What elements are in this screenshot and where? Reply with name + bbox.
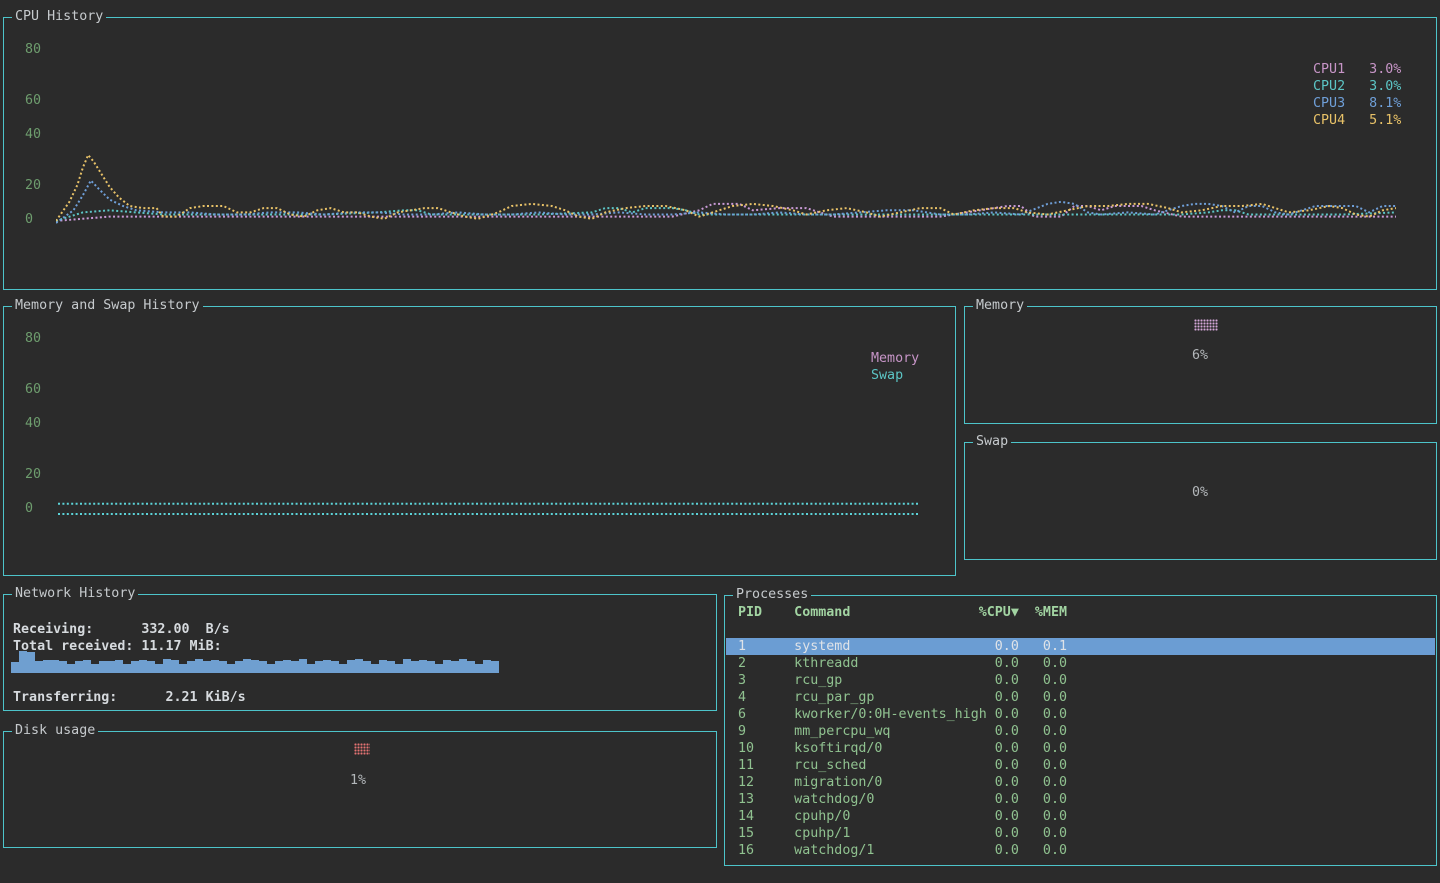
processes-table: 1 systemd 0.0 0.12 kthreadd 0.0 0.03 rcu… <box>726 638 1435 859</box>
y-tick: 80 <box>25 43 41 57</box>
memory-swap-legend-item: Swap <box>871 367 919 384</box>
swap-gauge-title: Swap <box>973 434 1011 449</box>
y-tick: 20 <box>25 468 41 482</box>
memory-swap-legend: MemorySwap <box>871 350 919 384</box>
process-row[interactable]: 14 cpuhp/0 0.0 0.0 <box>726 808 1435 825</box>
disk-usage-title: Disk usage <box>12 723 98 738</box>
y-tick: 60 <box>25 383 41 397</box>
y-tick: 20 <box>25 179 41 193</box>
memory-gauge-dots <box>1194 319 1218 331</box>
y-tick: 40 <box>25 128 41 142</box>
network-transferring-line: Transferring: 2.21 KiB/s <box>13 689 246 706</box>
process-row[interactable]: 6 kworker/0:0H-events_high 0.0 0.0 <box>726 706 1435 723</box>
cpu-history-panel: CPU History 806040200 CPU1 3.0%CPU2 3.0%… <box>3 17 1437 290</box>
disk-usage-panel: Disk usage 1% <box>3 731 717 848</box>
process-row[interactable]: 15 cpuhp/1 0.0 0.0 <box>726 825 1435 842</box>
swap-percent-label: 0% <box>1192 486 1208 500</box>
network-receiving-line: Receiving: 332.00 B/s <box>13 621 230 638</box>
process-row[interactable]: 12 migration/0 0.0 0.0 <box>726 774 1435 791</box>
process-row[interactable]: 10 ksoftirqd/0 0.0 0.0 <box>726 740 1435 757</box>
cpu-legend-item: CPU1 3.0% <box>1313 61 1401 78</box>
processes-header-row[interactable]: PID Command %CPU▼ %MEM <box>726 604 1435 621</box>
y-tick: 80 <box>25 332 41 346</box>
network-receive-sparkline <box>11 651 499 673</box>
memory-gauge-title: Memory <box>973 298 1027 313</box>
memory-swap-history-chart <box>58 495 920 521</box>
memory-swap-history-panel: Memory and Swap History 806040200 Memory… <box>3 306 956 576</box>
process-row[interactable]: 9 mm_percpu_wq 0.0 0.0 <box>726 723 1435 740</box>
network-history-title: Network History <box>12 586 138 601</box>
memory-percent-label: 6% <box>1192 349 1208 363</box>
memory-swap-legend-item: Memory <box>871 350 919 367</box>
process-row[interactable]: 13 watchdog/0 0.0 0.0 <box>726 791 1435 808</box>
processes-title: Processes <box>733 587 811 602</box>
cpu-legend-item: CPU2 3.0% <box>1313 78 1401 95</box>
process-row[interactable]: 2 kthreadd 0.0 0.0 <box>726 655 1435 672</box>
processes-panel: Processes PID Command %CPU▼ %MEM 1 syste… <box>724 595 1437 866</box>
disk-usage-dots <box>354 743 370 755</box>
y-tick: 60 <box>25 94 41 108</box>
y-tick: 40 <box>25 417 41 431</box>
memory-swap-y-axis: 80 60 40 20 0 <box>4 307 955 575</box>
process-row[interactable]: 1 systemd 0.0 0.1 <box>726 638 1435 655</box>
disk-percent-label: 1% <box>350 774 366 788</box>
process-row[interactable]: 3 rcu_gp 0.0 0.0 <box>726 672 1435 689</box>
process-row[interactable]: 11 rcu_sched 0.0 0.0 <box>726 757 1435 774</box>
cpu-legend: CPU1 3.0%CPU2 3.0%CPU3 8.1%CPU4 5.1% <box>1313 61 1401 129</box>
y-tick: 0 <box>25 213 33 227</box>
cpu-history-chart <box>56 141 1396 231</box>
cpu-legend-item: CPU4 5.1% <box>1313 112 1401 129</box>
network-history-panel: Network History Receiving: 332.00 B/s To… <box>3 594 717 711</box>
swap-gauge-panel: Swap 0% <box>964 442 1437 560</box>
cpu-legend-item: CPU3 8.1% <box>1313 95 1401 112</box>
memory-gauge-panel: Memory 6% <box>964 306 1437 424</box>
process-row[interactable]: 16 watchdog/1 0.0 0.0 <box>726 842 1435 859</box>
y-tick: 0 <box>25 502 33 516</box>
process-row[interactable]: 4 rcu_par_gp 0.0 0.0 <box>726 689 1435 706</box>
